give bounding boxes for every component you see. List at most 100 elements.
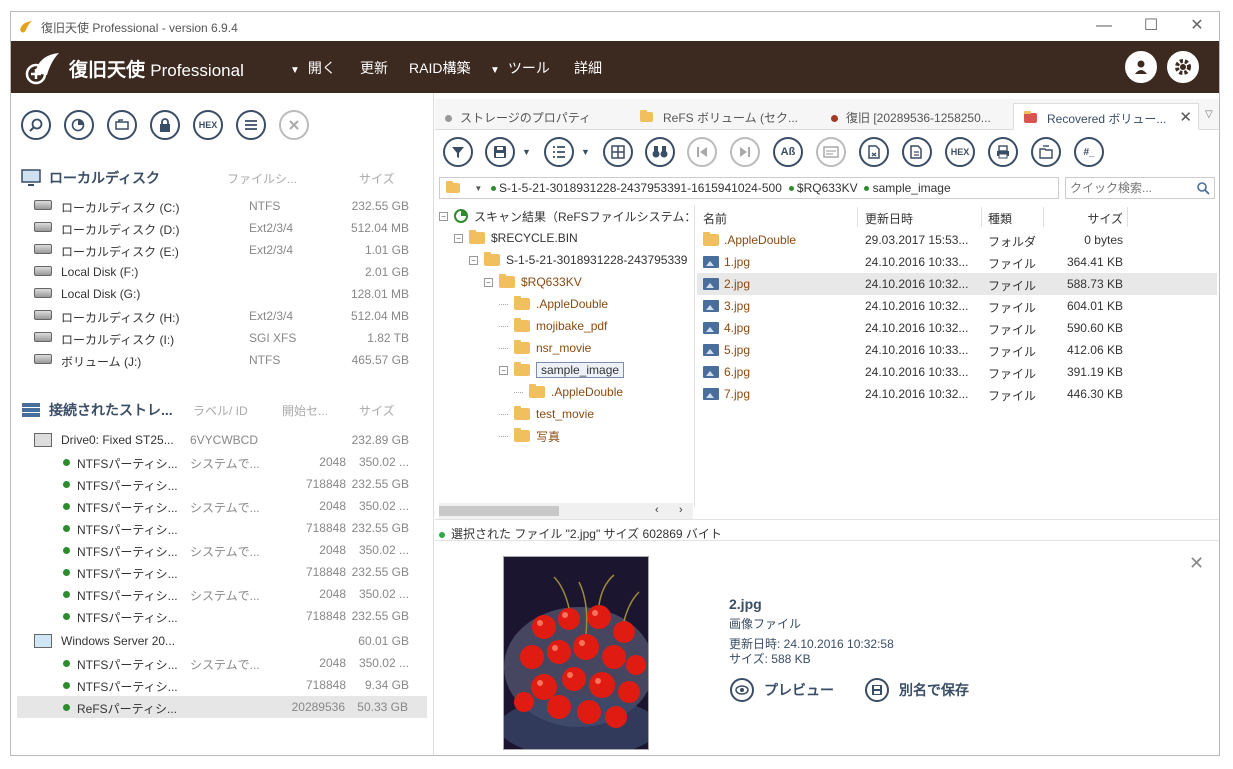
col-label[interactable]: ラベル/ ID: [193, 402, 248, 419]
disk-image-button[interactable]: [107, 110, 137, 140]
tab-recovered-volume[interactable]: Recovered ボリュー... ✕: [1013, 103, 1199, 130]
filter-button[interactable]: [443, 137, 473, 167]
tab-close-icon[interactable]: ✕: [1179, 108, 1192, 126]
maximize-button[interactable]: ☐: [1141, 16, 1161, 36]
tree-node[interactable]: nsr_movie: [499, 337, 591, 359]
file-row[interactable]: 5.jpg 24.10.2016 10:33... ファイル 412.06 KB: [697, 339, 1217, 361]
prev-button[interactable]: [687, 137, 717, 167]
partition-row[interactable]: ReFSパーティシ... 20289536 50.33 GB: [17, 696, 427, 718]
tree-toggle-icon[interactable]: −: [454, 233, 463, 243]
tab-refs-volume[interactable]: ReFS ボリューム (セク...: [640, 103, 825, 130]
minimize-button[interactable]: —: [1094, 16, 1114, 36]
col-type[interactable]: 種類: [988, 210, 1012, 227]
local-disk-row[interactable]: Local Disk (F:) 2.01 GB: [11, 261, 434, 283]
tab-storage-properties[interactable]: ストレージのプロパティ: [445, 103, 635, 130]
quick-search-input[interactable]: [1066, 178, 1191, 198]
search-tool-button[interactable]: [21, 110, 51, 140]
path-segment-sid[interactable]: S-1-5-21-3018931228-2437953391-161594102…: [499, 181, 782, 195]
file-row[interactable]: 1.jpg 24.10.2016 10:33... ファイル 364.41 KB: [697, 251, 1217, 273]
local-disk-row[interactable]: ローカルディスク (I:) SGI XFS 1.82 TB: [11, 327, 434, 349]
partition-row[interactable]: NTFSパーティシ... システムで... 2048 350.02 ...: [11, 495, 434, 517]
partition-row[interactable]: NTFSパーティシ... 718848 232.55 GB: [11, 561, 434, 583]
local-disk-row[interactable]: Local Disk (G:) 128.01 MB: [11, 283, 434, 305]
card-button[interactable]: [816, 137, 846, 167]
scroll-right-icon[interactable]: ›: [679, 504, 683, 516]
col-start[interactable]: 開始セ...: [282, 402, 328, 419]
col-size[interactable]: サイズ: [1083, 210, 1123, 227]
grid-view-button[interactable]: [603, 137, 633, 167]
text-view-button[interactable]: Aß: [773, 137, 803, 167]
col-filesystem[interactable]: ファイルシ...: [227, 170, 297, 187]
path-bar[interactable]: ▼ S-1-5-21-3018931228-2437953391-1615941…: [439, 177, 1059, 199]
partition-row[interactable]: NTFSパーティシ... システムで... 2048 350.02 ...: [11, 652, 434, 674]
tree-horizontal-scrollbar[interactable]: ‹ ›: [439, 503, 693, 519]
tree-node[interactable]: − $RQ633KV: [484, 271, 582, 293]
settings-button[interactable]: [1167, 51, 1199, 83]
print-button[interactable]: [988, 137, 1018, 167]
local-disk-row[interactable]: ローカルディスク (E:) Ext2/3/4 1.01 GB: [11, 239, 434, 261]
close-preview-icon[interactable]: ✕: [1189, 553, 1204, 574]
drive-row[interactable]: Drive0: Fixed ST25... 6VYCWBCD 232.89 GB: [11, 429, 434, 451]
tree-toggle-icon[interactable]: −: [484, 277, 493, 287]
hex-button[interactable]: HEX: [193, 110, 223, 140]
local-disk-row[interactable]: ローカルディスク (C:) NTFS 232.55 GB: [11, 195, 434, 217]
checklist-dropdown-icon[interactable]: ▼: [581, 147, 590, 157]
search-icon[interactable]: [1197, 182, 1210, 195]
file-row[interactable]: 3.jpg 24.10.2016 10:32... ファイル 604.01 KB: [697, 295, 1217, 317]
col-size[interactable]: サイズ: [359, 402, 395, 419]
partition-row[interactable]: NTFSパーティシ... 718848 9.34 GB: [11, 674, 434, 696]
file-row[interactable]: 6.jpg 24.10.2016 10:33... ファイル 391.19 KB: [697, 361, 1217, 383]
partition-row[interactable]: NTFSパーティシ... 718848 232.55 GB: [11, 517, 434, 539]
lock-button[interactable]: [150, 110, 180, 140]
partition-row[interactable]: NTFSパーティシ... システムで... 2048 350.02 ...: [11, 451, 434, 473]
hex-view-button[interactable]: HEX: [945, 137, 975, 167]
tree-node[interactable]: − S-1-5-21-3018931228-243795339: [469, 249, 687, 271]
tree-toggle-icon[interactable]: −: [469, 255, 478, 265]
save-dropdown-icon[interactable]: ▼: [522, 147, 531, 157]
path-segment-current[interactable]: sample_image: [873, 181, 951, 195]
partition-row[interactable]: NTFSパーティシ... 718848 232.55 GB: [11, 605, 434, 627]
file-row[interactable]: 4.jpg 24.10.2016 10:32... ファイル 590.60 KB: [697, 317, 1217, 339]
file-export-button[interactable]: [859, 137, 889, 167]
account-button[interactable]: [1125, 51, 1157, 83]
partition-row[interactable]: NTFSパーティシ... 718848 232.55 GB: [11, 473, 434, 495]
menu-refresh[interactable]: 更新: [360, 58, 388, 78]
close-tool-button[interactable]: [279, 110, 309, 140]
file-row[interactable]: 2.jpg 24.10.2016 10:32... ファイル 588.73 KB: [697, 273, 1217, 295]
tab-recovery[interactable]: 復旧 [20289536-1258250...: [831, 103, 1011, 130]
save-button[interactable]: [485, 137, 515, 167]
partition-row[interactable]: NTFSパーティシ... システムで... 2048 350.02 ...: [11, 539, 434, 561]
menu-raid[interactable]: RAID構築: [409, 58, 470, 78]
find-button[interactable]: [645, 137, 675, 167]
save-as-button[interactable]: 別名で保存: [865, 678, 969, 702]
folder-copy-button[interactable]: [1031, 137, 1061, 167]
file-row[interactable]: .AppleDouble 29.03.2017 15:53... フォルダ 0 byt…: [697, 229, 1217, 251]
tree-node[interactable]: − sample_image: [499, 359, 625, 381]
scrollbar-thumb[interactable]: [439, 506, 559, 516]
file-copy-button[interactable]: [902, 137, 932, 167]
tree-node[interactable]: .AppleDouble: [514, 381, 623, 403]
tree-node[interactable]: .AppleDouble: [499, 293, 608, 315]
scroll-left-icon[interactable]: ‹: [655, 504, 659, 516]
checklist-button[interactable]: [544, 137, 574, 167]
menu-open[interactable]: ▼ 開く: [290, 58, 336, 78]
menu-details[interactable]: 詳細: [574, 58, 602, 78]
local-disk-row[interactable]: ボリューム (J:) NTFS 465.57 GB: [11, 349, 434, 371]
close-window-button[interactable]: ✕: [1187, 16, 1207, 36]
col-date[interactable]: 更新日時: [865, 210, 913, 227]
local-disk-row[interactable]: ローカルディスク (H:) Ext2/3/4 512.04 MB: [11, 305, 434, 327]
menu-tools[interactable]: ▼ ツール: [490, 58, 550, 78]
tree-node[interactable]: − スキャン結果（ReFSファイルシステム：: [439, 205, 694, 227]
tree-toggle-icon[interactable]: −: [499, 365, 508, 375]
local-disk-row[interactable]: ローカルディスク (D:) Ext2/3/4 512.04 MB: [11, 217, 434, 239]
next-button[interactable]: [730, 137, 760, 167]
preview-button[interactable]: プレビュー: [730, 678, 834, 702]
hash-button[interactable]: #_: [1074, 137, 1104, 167]
tab-overflow-icon[interactable]: ▽: [1205, 109, 1213, 120]
file-row[interactable]: 7.jpg 24.10.2016 10:32... ファイル 446.30 KB: [697, 383, 1217, 405]
tree-node[interactable]: mojibake_pdf: [499, 315, 607, 337]
drive-row[interactable]: Windows Server 20... 60.01 GB: [11, 630, 434, 652]
list-button[interactable]: [236, 110, 266, 140]
tree-toggle-icon[interactable]: −: [439, 211, 448, 221]
scan-button[interactable]: [64, 110, 94, 140]
